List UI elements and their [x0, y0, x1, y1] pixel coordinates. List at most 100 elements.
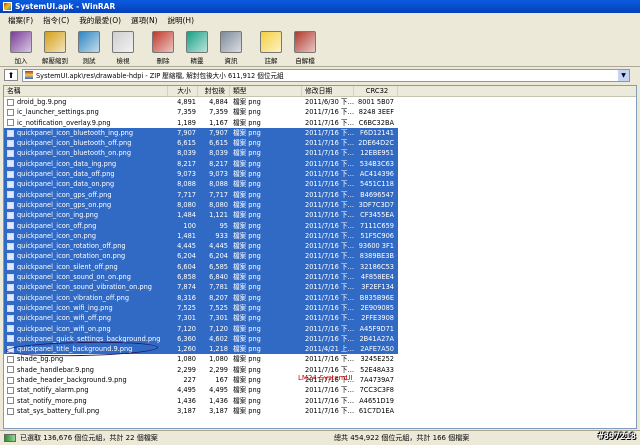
column-name[interactable]: 名稱 — [4, 86, 168, 96]
row-filler — [398, 230, 634, 242]
row-filler — [398, 282, 634, 293]
file-name: quickpanel_icon_bluetooth_off.png — [17, 139, 132, 148]
table-row[interactable]: quickpanel_icon_on.png 1,481 933 檔案 png 2011… — [4, 230, 636, 242]
cell-packed: 1,121 — [198, 210, 230, 221]
table-row[interactable]: shade_bg.png 1,080 1,080 檔案 png 2011/7/16 下…… — [4, 354, 636, 365]
file-icon — [7, 160, 14, 168]
table-row[interactable]: ic_launcher_settings.png 7,359 7,359 檔案 png… — [4, 107, 636, 118]
window-title: SystemUI.apk - WinRAR — [15, 2, 116, 11]
cell-size: 1,484 — [168, 210, 198, 221]
file-name: quickpanel_icon_gps_on.png — [17, 200, 112, 209]
cell-size: 1,189 — [177, 118, 196, 127]
title-bar[interactable]: SystemUI.apk - WinRAR — [0, 0, 640, 13]
table-row[interactable]: quickpanel_icon_data_off.png 9,073 9,073 檔案… — [4, 169, 636, 180]
cell-modified: 2011/7/16 下… — [302, 158, 354, 170]
table-row[interactable]: quickpanel_icon_sound_vibration_on.png 7,… — [4, 282, 636, 293]
table-row[interactable]: quickpanel_icon_bluetooth_on.png 8,039 8,0… — [4, 148, 636, 159]
table-row[interactable]: quickpanel_icon_ing.png 1,484 1,121 檔案 png 2… — [4, 210, 636, 221]
row-filler — [398, 272, 634, 283]
toolbar-button[interactable]: 加入 — [4, 29, 38, 65]
row-filler — [398, 138, 634, 149]
cell-packed: 7,301 — [198, 313, 230, 324]
table-row[interactable]: quickpanel_icon_gps_on.png 8,080 8,080 檔案 p… — [4, 199, 636, 211]
cell-name: quickpanel_icon_vibration_off.png — [4, 292, 168, 303]
file-name: quickpanel_icon_data_off.png — [17, 170, 115, 179]
column-type[interactable]: 類型 — [230, 86, 302, 96]
up-folder-button[interactable]: ⬆ — [4, 69, 18, 81]
status-bar: 已選取 136,676 個位元組，共計 22 個檔案 總共 454,922 個位… — [0, 430, 640, 445]
menu-item[interactable]: 檔案(F) — [3, 15, 38, 26]
cell-crc: 2B41A27A — [354, 333, 398, 345]
row-filler — [398, 127, 634, 139]
toolbar-button[interactable]: 自解檔 — [288, 29, 322, 65]
table-row[interactable]: stat_notify_alarm.png 4,495 4,495 檔案 png 201… — [4, 385, 636, 396]
cell-size: 4,445 — [168, 241, 198, 252]
cell-name: shade_handlebar.9.png — [4, 365, 168, 375]
menu-item[interactable]: 我的最愛(O) — [74, 15, 126, 26]
column-packed[interactable]: 封包後 — [198, 86, 230, 96]
table-row[interactable]: quickpanel_icon_bluetooth_off.png 6,615 6,… — [4, 138, 636, 149]
table-row[interactable]: quickpanel_icon_wifi_ing.png 7,525 7,525 檔案… — [4, 302, 636, 314]
table-row[interactable]: quickpanel_icon_wifi_off.png 7,301 7,301 檔案… — [4, 313, 636, 324]
table-row[interactable]: quickpanel_icon_data_ing.png 8,217 8,217 檔案… — [4, 158, 636, 170]
toolbar-button-label: 註解 — [264, 57, 278, 65]
row-filler — [398, 148, 634, 159]
table-row[interactable]: quickpanel_icon_rotation_off.png 4,445 4,4… — [4, 241, 636, 252]
menu-item[interactable]: 說明(H) — [163, 15, 200, 26]
cell-size: 4,891 — [177, 98, 196, 106]
cell-modified: 2011/7/16 下… — [302, 272, 354, 283]
file-icon — [7, 201, 14, 209]
cell-crc: 534B3C63 — [354, 158, 398, 170]
cell-modified: 2011/7/16 下… — [302, 210, 354, 221]
toolbar-button[interactable]: 刪除 — [146, 29, 180, 65]
file-name: stat_notify_alarm.png — [17, 386, 89, 395]
address-bar: ⬆ SystemUI.apk\res\drawable-hdpi - ZIP 壓… — [0, 67, 640, 83]
cell-size: 1,436 — [177, 396, 196, 405]
table-row[interactable]: stat_notify_more.png 1,436 1,436 檔案 png 2011… — [4, 395, 636, 406]
column-modified[interactable]: 修改日期 — [302, 86, 354, 96]
archive-path-field[interactable]: SystemUI.apk\res\drawable-hdpi - ZIP 壓縮檔… — [22, 68, 630, 82]
file-rows: droid_bg.9.png 4,891 4,884 檔案 png 2011/6/30 … — [4, 97, 636, 417]
toolbar-button[interactable]: 測試 — [72, 29, 106, 65]
table-row[interactable]: quickpanel_icon_vibration_off.png 8,316 8,… — [4, 292, 636, 303]
file-icon — [7, 98, 14, 106]
toolbar-button[interactable]: 解壓縮到 — [38, 29, 72, 65]
cell-crc: 52E48A33 — [360, 365, 394, 374]
column-size[interactable]: 大小 — [168, 86, 198, 96]
file-icon — [7, 253, 14, 261]
file-name: quickpanel_icon_data_on.png — [17, 180, 115, 189]
cell-modified: 2011/7/16 下… — [302, 199, 354, 211]
table-row[interactable]: quickpanel_icon_wifi_on.png 7,120 7,120 檔案 … — [4, 323, 636, 334]
file-icon — [7, 150, 14, 158]
row-filler — [398, 302, 634, 314]
menu-item[interactable]: 選項(N) — [126, 15, 162, 26]
watermark: #897218 — [598, 432, 636, 442]
table-row[interactable]: droid_bg.9.png 4,891 4,884 檔案 png 2011/6/30 … — [4, 97, 636, 108]
wizard-icon — [186, 31, 208, 53]
table-row[interactable]: quickpanel_icon_silent_off.png 6,604 6,585… — [4, 261, 636, 273]
chevron-down-icon[interactable]: ▼ — [618, 69, 629, 81]
table-row[interactable]: quickpanel_icon_off.png 100 95 檔案 png 2011/7… — [4, 220, 636, 231]
table-row[interactable]: quickpanel_icon_bluetooth_ing.png 7,907 7,… — [4, 127, 636, 139]
table-row[interactable]: quickpanel_icon_gps_off.png 7,717 7,717 檔案 … — [4, 189, 636, 200]
cell-packed: 7,907 — [198, 127, 230, 139]
column-crc[interactable]: CRC32 — [354, 86, 398, 96]
menu-item[interactable]: 指令(C) — [38, 15, 74, 26]
toolbar-button[interactable]: 檢視 — [106, 29, 140, 65]
toolbar-button[interactable]: 註解 — [254, 29, 288, 65]
cell-size: 100 — [168, 220, 198, 231]
table-row[interactable]: quickpanel_icon_rotation_on.png 6,204 6,20… — [4, 251, 636, 262]
cell-name: quickpanel_icon_sound_vibration_on.png — [4, 282, 168, 293]
cell-size: 8,217 — [168, 158, 198, 170]
cell-crc: 2AFE7A50 — [354, 344, 398, 355]
cell-type: 檔案 png — [230, 199, 302, 211]
cell-crc: 8248 3EEF — [358, 108, 394, 117]
table-row[interactable]: quickpanel_icon_sound_on_on.png 6,858 6,84… — [4, 272, 636, 283]
toolbar-button-label: 檢視 — [116, 57, 130, 65]
table-row[interactable]: stat_sys_battery_full.png 3,187 3,187 檔案 pn… — [4, 405, 636, 417]
cell-modified: 2011/7/16 下… — [302, 292, 354, 303]
table-row[interactable]: quickpanel_icon_data_on.png 8,088 8,088 檔案 … — [4, 179, 636, 190]
toolbar-button[interactable]: 資訊 — [214, 29, 248, 65]
table-row[interactable]: ic_notification_overlay.9.png 1,189 1,167 檔… — [4, 117, 636, 128]
toolbar-button[interactable]: 精靈 — [180, 29, 214, 65]
